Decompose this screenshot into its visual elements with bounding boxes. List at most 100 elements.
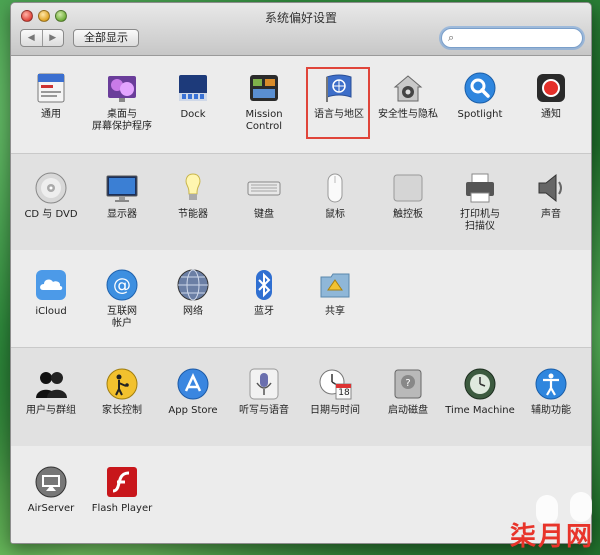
watermark-text: 柒月网 <box>509 522 594 552</box>
pane-sound[interactable]: 声音 <box>515 171 587 221</box>
pane-time-machine[interactable]: Time Machine <box>444 367 516 417</box>
pane-label: Mission <box>245 109 283 120</box>
pane-cd-dvd[interactable]: CD 与 DVD <box>15 171 87 221</box>
pane-label-line2: 帐户 <box>112 318 132 329</box>
pane-label: 键盘 <box>254 209 274 220</box>
accessibility-icon <box>534 367 568 401</box>
pane-notifications[interactable]: 通知 <box>515 71 587 121</box>
notifications-icon <box>534 71 568 105</box>
pane-label: 显示器 <box>107 209 137 220</box>
search-field[interactable]: ⌕ <box>441 28 583 48</box>
pane-network[interactable]: 网络 <box>157 268 229 318</box>
svg-text:?: ? <box>405 378 410 389</box>
security-house-icon <box>391 71 425 105</box>
display-monitor-icon <box>105 171 139 205</box>
search-input[interactable] <box>462 31 576 47</box>
desktop-screensaver-icon <box>105 71 139 105</box>
pane-label: 声音 <box>541 209 561 220</box>
pane-label: 蓝牙 <box>254 306 274 317</box>
pane-label: 启动磁盘 <box>388 405 428 416</box>
pane-airserver[interactable]: AirServer <box>15 465 87 515</box>
pane-label-line2: Control <box>245 121 283 132</box>
pane-mouse[interactable]: 鼠标 <box>299 171 371 221</box>
pane-users[interactable]: 用户与群组 <box>15 367 87 417</box>
pane-printers[interactable]: 打印机与 扫描仪 <box>444 171 516 233</box>
microphone-icon <box>247 367 281 401</box>
pane-label: iCloud <box>35 306 67 317</box>
icloud-icon <box>34 268 68 302</box>
window-title: 系统偏好设置 <box>264 11 337 25</box>
pane-accessibility[interactable]: 辅助功能 <box>515 367 587 417</box>
pane-dock[interactable]: Dock <box>157 71 229 121</box>
pane-label: AirServer <box>27 503 75 514</box>
pane-label: 辅助功能 <box>531 405 571 416</box>
pane-displays[interactable]: 显示器 <box>86 171 158 221</box>
pane-dictation-speech[interactable]: 听写与语音 <box>228 367 300 417</box>
show-all-button[interactable]: 全部显示 <box>73 29 139 47</box>
svg-text:@: @ <box>113 275 131 296</box>
trackpad-icon <box>391 171 425 205</box>
pane-label: Time Machine <box>445 405 515 416</box>
back-arrow-icon[interactable]: ◀ <box>21 30 43 46</box>
pane-label: 通用 <box>41 109 61 120</box>
users-silhouette-icon <box>34 367 68 401</box>
pane-label: 家长控制 <box>102 405 142 416</box>
energy-bulb-icon <box>176 171 210 205</box>
pane-label: 通知 <box>541 109 561 120</box>
flash-player-icon <box>105 465 139 499</box>
pane-label: 互联网 <box>107 306 137 317</box>
bluetooth-icon <box>247 268 281 302</box>
keyboard-icon <box>247 171 281 205</box>
pane-keyboard[interactable]: 键盘 <box>228 171 300 221</box>
pane-language-region[interactable]: 语言与地区 <box>303 71 375 121</box>
pane-label-line2: 扫描仪 <box>465 221 495 232</box>
pane-general[interactable]: 通用 <box>15 71 87 121</box>
pane-label: 网络 <box>183 306 203 317</box>
pane-startup-disk[interactable]: ? 启动磁盘 <box>372 367 444 417</box>
pane-label: 桌面与 <box>107 109 137 120</box>
pane-label: 用户与群组 <box>26 405 76 416</box>
pane-label: 触控板 <box>393 209 423 220</box>
pane-label: Spotlight <box>457 109 503 120</box>
pane-bluetooth[interactable]: 蓝牙 <box>228 268 300 318</box>
clock-calendar-icon: 18 <box>318 367 352 401</box>
app-store-icon <box>176 367 210 401</box>
pane-desktop[interactable]: 桌面与 屏幕保护程序 <box>86 71 158 133</box>
printer-icon <box>463 171 497 205</box>
pane-parental-controls[interactable]: 家长控制 <box>86 367 158 417</box>
forward-arrow-icon[interactable]: ▶ <box>43 30 64 46</box>
pane-trackpad[interactable]: 触控板 <box>372 171 444 221</box>
pane-date-time[interactable]: 18 日期与时间 <box>299 367 371 417</box>
pane-label-line2: 屏幕保护程序 <box>92 121 152 132</box>
pane-mission-control[interactable]: Mission Control <box>228 71 300 133</box>
title-bar: 系统偏好设置 ◀ ▶ 全部显示 ⌕ <box>11 3 591 56</box>
pane-icloud[interactable]: iCloud <box>15 268 87 318</box>
general-file-icon <box>34 71 68 105</box>
pane-spotlight[interactable]: Spotlight <box>444 71 516 121</box>
system-preferences-window: 系统偏好设置 ◀ ▶ 全部显示 ⌕ 通用 桌面与 屏幕保护程序 Dock Mis… <box>10 2 592 544</box>
pane-label: App Store <box>168 405 218 416</box>
pane-flash-player[interactable]: Flash Player <box>86 465 158 515</box>
pane-app-store[interactable]: App Store <box>157 367 229 417</box>
dock-icon <box>176 71 210 105</box>
pane-label: 语言与地区 <box>314 109 364 120</box>
time-machine-icon <box>463 367 497 401</box>
pane-label: 共享 <box>325 306 345 317</box>
pane-label: Flash Player <box>91 503 153 514</box>
pane-internet-accounts[interactable]: @ 互联网 帐户 <box>86 268 158 330</box>
mouse-icon <box>318 171 352 205</box>
search-icon: ⌕ <box>448 31 455 44</box>
pane-label: 节能器 <box>178 209 208 220</box>
pane-security[interactable]: 安全性与隐私 <box>372 71 444 121</box>
startup-disk-icon: ? <box>391 367 425 401</box>
pane-label: 安全性与隐私 <box>378 109 438 120</box>
pane-energy[interactable]: 节能器 <box>157 171 229 221</box>
sharing-folder-icon <box>318 268 352 302</box>
parental-controls-icon <box>105 367 139 401</box>
pane-label: 鼠标 <box>325 209 345 220</box>
pane-label: 听写与语音 <box>239 405 289 416</box>
pane-sharing[interactable]: 共享 <box>299 268 371 318</box>
mission-control-icon <box>247 71 281 105</box>
calendar-day-badge: 18 <box>338 388 350 398</box>
pane-label: 打印机与 <box>460 209 500 220</box>
